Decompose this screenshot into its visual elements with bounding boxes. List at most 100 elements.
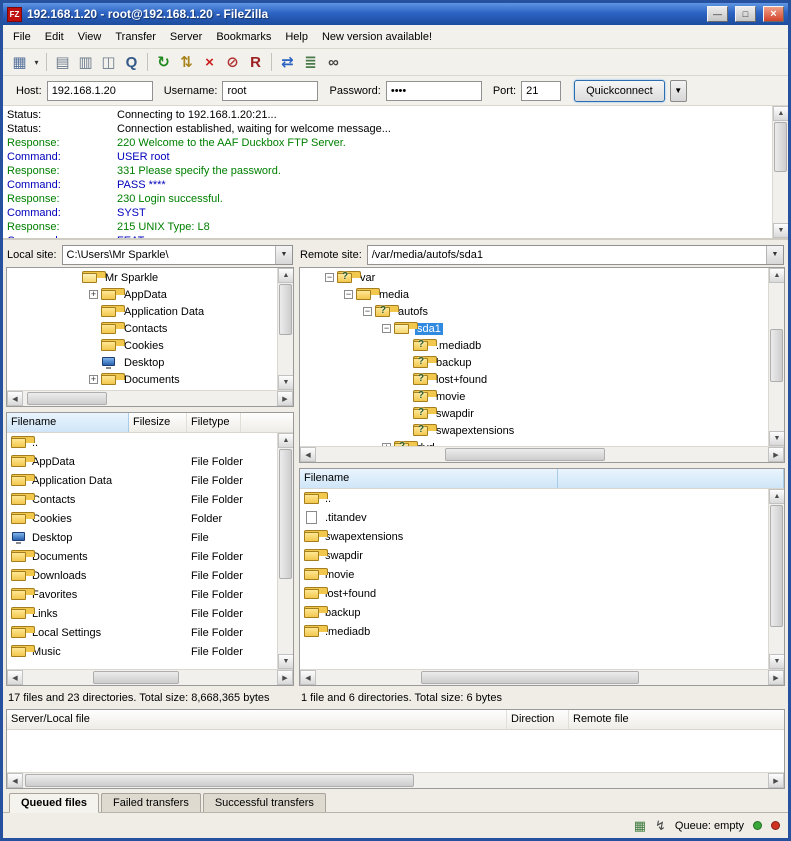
- horizontal-scrollbar[interactable]: ◀▶: [300, 669, 784, 685]
- file-row-application-data[interactable]: Application DataFile Folder: [7, 471, 276, 490]
- menu-item-transfer[interactable]: Transfer: [108, 27, 163, 47]
- column-header-filename[interactable]: Filename: [300, 469, 558, 488]
- expand-plus-icon[interactable]: +: [89, 290, 98, 299]
- process-queue-icon[interactable]: ⇅: [175, 51, 198, 73]
- vertical-scrollbar[interactable]: ▲▼: [768, 489, 784, 669]
- scroll-up-icon[interactable]: ▲: [769, 268, 784, 283]
- scrollbar-thumb[interactable]: [93, 671, 179, 684]
- cancel-icon[interactable]: ×: [198, 51, 221, 73]
- filter-icon[interactable]: Q: [120, 51, 143, 73]
- refresh-icon[interactable]: ↻: [152, 51, 175, 73]
- file-row-appdata[interactable]: AppDataFile Folder: [7, 452, 276, 471]
- menu-item-server[interactable]: Server: [163, 27, 209, 47]
- minimize-button[interactable]: —: [707, 6, 728, 22]
- scroll-up-icon[interactable]: ▲: [278, 268, 293, 283]
- file-row-downloads[interactable]: DownloadsFile Folder: [7, 566, 276, 585]
- title-bar[interactable]: FZ 192.168.1.20 - root@192.168.1.20 - Fi…: [3, 3, 788, 25]
- scroll-down-icon[interactable]: ▼: [769, 654, 784, 669]
- menu-item-help[interactable]: Help: [278, 27, 315, 47]
- file-row-[interactable]: ..: [300, 489, 767, 508]
- menu-item-bookmarks[interactable]: Bookmarks: [209, 27, 278, 47]
- host-input[interactable]: [47, 81, 153, 101]
- remote-tree-item-swapdir[interactable]: swapdir: [300, 405, 767, 422]
- vertical-scrollbar[interactable]: ▲▼: [772, 106, 788, 238]
- scrollbar-thumb[interactable]: [770, 329, 783, 382]
- column-header-filename[interactable]: Filename: [7, 413, 129, 432]
- collapse-minus-icon[interactable]: −: [363, 307, 372, 316]
- username-input[interactable]: [222, 81, 318, 101]
- file-row-swapextensions[interactable]: swapextensions: [300, 527, 767, 546]
- remote-tree-item-dvd[interactable]: +dvd: [300, 439, 767, 446]
- disconnect-icon[interactable]: ⊘: [221, 51, 244, 73]
- remote-tree-item-sda1[interactable]: −sda1: [300, 320, 767, 337]
- tab-failed-transfers[interactable]: Failed transfers: [101, 793, 201, 812]
- horizontal-scrollbar[interactable]: ◀▶: [7, 390, 293, 406]
- toggle-remote-tree-icon[interactable]: ◫: [97, 51, 120, 73]
- site-manager-dropdown-icon[interactable]: ▾: [31, 51, 42, 73]
- horizontal-scrollbar[interactable]: ◀▶: [7, 669, 293, 685]
- scrollbar-thumb[interactable]: [770, 505, 783, 627]
- scrollbar-thumb[interactable]: [421, 671, 639, 684]
- remote-tree-item-swapextensions[interactable]: swapextensions: [300, 422, 767, 439]
- scroll-right-icon[interactable]: ▶: [768, 447, 784, 462]
- tab-successful-transfers[interactable]: Successful transfers: [203, 793, 326, 812]
- menu-item-edit[interactable]: Edit: [38, 27, 71, 47]
- toggle-local-tree-icon[interactable]: ▥: [74, 51, 97, 73]
- expand-plus-icon[interactable]: +: [89, 375, 98, 384]
- scroll-left-icon[interactable]: ◀: [300, 447, 316, 462]
- local-tree-item-mr-sparkle[interactable]: Mr Sparkle: [7, 269, 276, 286]
- directory-compare-icon[interactable]: ≣: [299, 51, 322, 73]
- scrollbar-thumb[interactable]: [279, 284, 292, 335]
- scroll-left-icon[interactable]: ◀: [7, 773, 23, 788]
- scroll-left-icon[interactable]: ◀: [7, 670, 23, 685]
- remote-tree-item-media[interactable]: −media: [300, 286, 767, 303]
- scroll-down-icon[interactable]: ▼: [773, 223, 788, 238]
- collapse-minus-icon[interactable]: −: [382, 324, 391, 333]
- file-row-contacts[interactable]: ContactsFile Folder: [7, 490, 276, 509]
- local-tree-item-cookies[interactable]: Cookies: [7, 337, 276, 354]
- file-row-links[interactable]: LinksFile Folder: [7, 604, 276, 623]
- close-button[interactable]: ×: [763, 6, 784, 22]
- scroll-up-icon[interactable]: ▲: [773, 106, 788, 121]
- queue-column-header-direction[interactable]: Direction: [507, 710, 569, 729]
- local-tree-item-contacts[interactable]: Contacts: [7, 320, 276, 337]
- file-row-lost-found[interactable]: lost+found: [300, 584, 767, 603]
- scrollbar-thumb[interactable]: [279, 449, 292, 579]
- scroll-down-icon[interactable]: ▼: [278, 375, 293, 390]
- column-header-filetype[interactable]: Filetype: [187, 413, 241, 432]
- remote-tree-item-mediadb[interactable]: .mediadb: [300, 337, 767, 354]
- scroll-down-icon[interactable]: ▼: [278, 654, 293, 669]
- sync-browsing-icon[interactable]: ⇄: [276, 51, 299, 73]
- remote-site-combo[interactable]: /var/media/autofs/sda1 ▼: [367, 245, 784, 265]
- file-row-[interactable]: ..: [7, 433, 276, 452]
- menu-item-new-version-available[interactable]: New version available!: [315, 27, 439, 47]
- vertical-scrollbar[interactable]: ▲▼: [277, 268, 293, 390]
- file-row-documents[interactable]: DocumentsFile Folder: [7, 547, 276, 566]
- file-row-music[interactable]: MusicFile Folder: [7, 642, 276, 661]
- quickconnect-dropdown-icon[interactable]: ▼: [670, 80, 687, 102]
- scroll-right-icon[interactable]: ▶: [768, 670, 784, 685]
- remote-tree-item-var[interactable]: −var: [300, 269, 767, 286]
- password-input[interactable]: [386, 81, 482, 101]
- site-manager-icon[interactable]: ▦: [8, 51, 31, 73]
- remote-tree-item-autofs[interactable]: −autofs: [300, 303, 767, 320]
- file-row-desktop[interactable]: DesktopFile: [7, 528, 276, 547]
- collapse-minus-icon[interactable]: −: [325, 273, 334, 282]
- horizontal-scrollbar[interactable]: ◀▶: [300, 446, 784, 462]
- file-row-cookies[interactable]: CookiesFolder: [7, 509, 276, 528]
- local-site-combo[interactable]: C:\Users\Mr Sparkle\ ▼: [62, 245, 293, 265]
- file-row-favorites[interactable]: FavoritesFile Folder: [7, 585, 276, 604]
- port-input[interactable]: [521, 81, 561, 101]
- queue-column-header-server-local-file[interactable]: Server/Local file: [7, 710, 507, 729]
- column-header-filesize[interactable]: Filesize: [129, 413, 187, 432]
- menu-item-view[interactable]: View: [71, 27, 109, 47]
- file-row-mediadb[interactable]: .mediadb: [300, 622, 767, 641]
- local-tree-item-documents[interactable]: +Documents: [7, 371, 276, 388]
- quickconnect-button[interactable]: Quickconnect: [574, 80, 665, 102]
- scroll-down-icon[interactable]: ▼: [769, 431, 784, 446]
- scroll-left-icon[interactable]: ◀: [300, 670, 316, 685]
- file-row-movie[interactable]: movie: [300, 565, 767, 584]
- scrollbar-thumb[interactable]: [445, 448, 605, 461]
- local-tree-item-desktop[interactable]: Desktop: [7, 354, 276, 371]
- queue-column-header-remote-file[interactable]: Remote file: [569, 710, 784, 729]
